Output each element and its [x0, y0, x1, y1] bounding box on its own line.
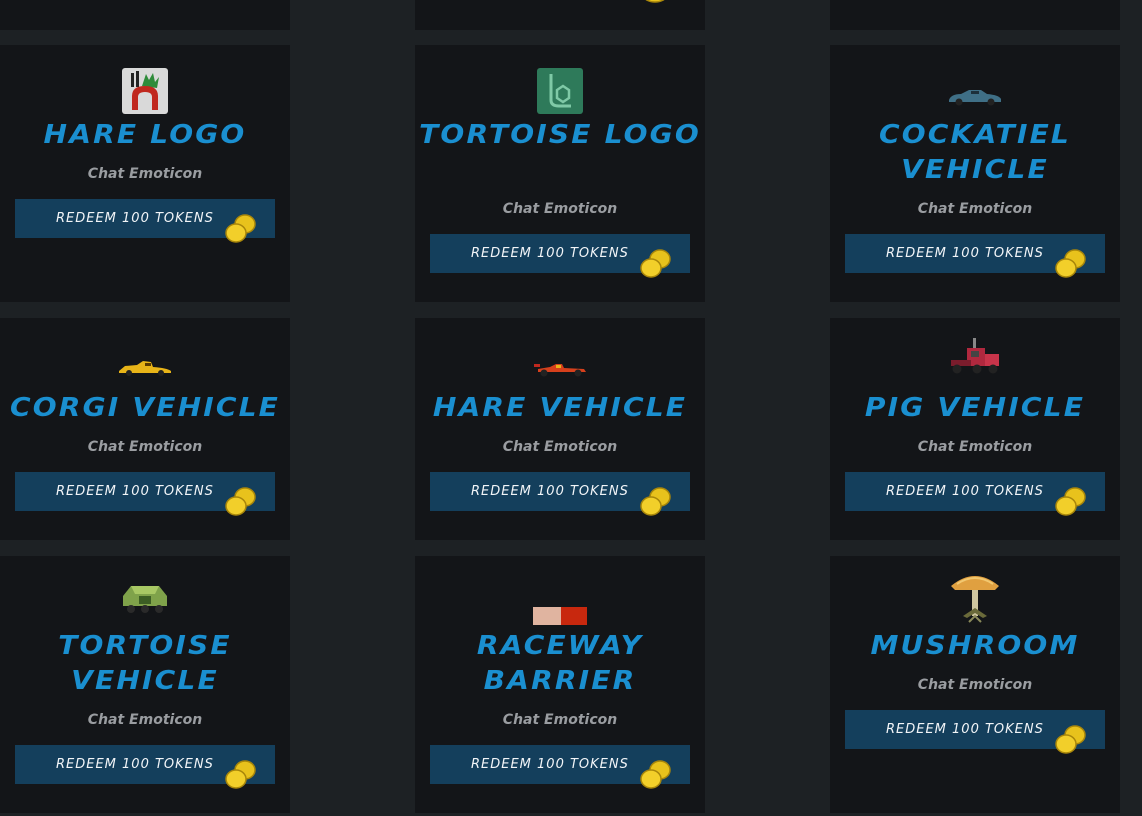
card-title: COCKATIEL VEHICLE — [878, 120, 1072, 185]
redeem-button[interactable]: REDEEM 100 TOKENS — [845, 472, 1105, 516]
redeem-button[interactable]: REDEEM 100 TOKENS — [15, 199, 275, 243]
redeem-button-label: REDEEM 100 TOKENS — [886, 246, 1044, 261]
redeem-button-label: REDEEM 100 TOKENS — [471, 484, 629, 499]
coin-icon — [1055, 487, 1086, 516]
card-partial-1 — [0, 0, 290, 30]
reward-card: PIG VEHICLE Chat Emoticon REDEEM 100 TOK… — [830, 318, 1120, 540]
redeem-button-label: REDEEM 100 TOKENS — [886, 722, 1044, 737]
redeem-button[interactable]: REDEEM 100 TOKENS — [845, 234, 1105, 278]
card-subtitle: Chat Emoticon — [917, 201, 1033, 217]
coin-icon — [640, 760, 671, 789]
card-subtitle: Chat Emoticon — [917, 677, 1033, 693]
cockatiel-car-icon — [949, 90, 1001, 106]
tortoise-logo-icon — [537, 68, 583, 114]
card-subtitle: Chat Emoticon — [502, 712, 618, 728]
card-subtitle: Chat Emoticon — [917, 439, 1033, 455]
card-title: TORTOISE LOGO — [419, 120, 701, 150]
coin-icon — [225, 487, 256, 516]
redeem-button[interactable]: REDEEM 100 TOKENS — [15, 472, 275, 516]
pig-truck-icon — [951, 338, 999, 374]
card-title: MUSHROOM — [870, 631, 1080, 661]
hare-racecar-icon — [534, 364, 586, 377]
reward-card: TORTOISE LOGO Chat Emoticon REDEEM 100 T… — [415, 45, 705, 302]
card-subtitle: Chat Emoticon — [502, 439, 618, 455]
coin-icon — [640, 487, 671, 516]
coin-icon — [1055, 249, 1086, 278]
coin-icon — [640, 249, 671, 278]
redeem-button-label: REDEEM 100 TOKENS — [56, 484, 214, 499]
card-title: HARE LOGO — [43, 120, 247, 150]
card-partial-3 — [830, 0, 1120, 30]
redeem-button-label: REDEEM 100 TOKENS — [56, 211, 214, 226]
reward-card: CORGI VEHICLE Chat Emoticon REDEEM 100 T… — [0, 318, 290, 540]
card-title: TORTOISE VEHICLE — [58, 631, 232, 696]
coin-icon — [1055, 725, 1086, 754]
card-title: HARE VEHICLE — [432, 393, 688, 423]
raceway-barrier-icon — [533, 607, 587, 625]
redeem-button-label: REDEEM 100 TOKENS — [471, 757, 629, 772]
reward-card: MUSHROOM Chat Emoticon REDEEM 100 TOKENS — [830, 556, 1120, 813]
reward-card: HARE LOGO Chat Emoticon REDEEM 100 TOKEN… — [0, 45, 290, 302]
redeem-button-label: REDEEM 100 TOKENS — [886, 484, 1044, 499]
redeem-button[interactable]: REDEEM 100 TOKENS — [845, 710, 1105, 754]
card-title: PIG VEHICLE — [864, 393, 1086, 423]
redeem-button-label: REDEEM 100 TOKENS — [56, 757, 214, 772]
mushroom-icon — [951, 576, 999, 623]
card-subtitle: Chat Emoticon — [87, 712, 203, 728]
tortoise-tank-icon — [123, 586, 167, 613]
card-subtitle: Chat Emoticon — [87, 439, 203, 455]
reward-card: RACEWAY BARRIER Chat Emoticon REDEEM 100… — [415, 556, 705, 813]
redeem-button[interactable]: REDEEM 100 TOKENS — [430, 472, 690, 516]
card-subtitle: Chat Emoticon — [502, 201, 618, 217]
reward-card: TORTOISE VEHICLE Chat Emoticon REDEEM 10… — [0, 556, 290, 813]
card-partial-2 — [415, 0, 705, 30]
card-subtitle: Chat Emoticon — [87, 166, 203, 182]
redeem-button-label: REDEEM 100 TOKENS — [471, 246, 629, 261]
reward-card: COCKATIEL VEHICLE Chat Emoticon REDEEM 1… — [830, 45, 1120, 302]
card-title: CORGI VEHICLE — [9, 393, 280, 423]
coin-icon — [225, 760, 256, 789]
card-title: RACEWAY BARRIER — [476, 631, 644, 696]
reward-card: HARE VEHICLE Chat Emoticon REDEEM 100 TO… — [415, 318, 705, 540]
hare-logo-icon — [122, 68, 168, 114]
coin-icon — [645, 0, 665, 3]
redeem-button[interactable]: REDEEM 100 TOKENS — [15, 745, 275, 789]
redeem-button[interactable]: REDEEM 100 TOKENS — [430, 745, 690, 789]
coin-icon — [225, 214, 256, 243]
corgi-car-icon — [119, 361, 171, 376]
redeem-button[interactable]: REDEEM 100 TOKENS — [430, 234, 690, 278]
